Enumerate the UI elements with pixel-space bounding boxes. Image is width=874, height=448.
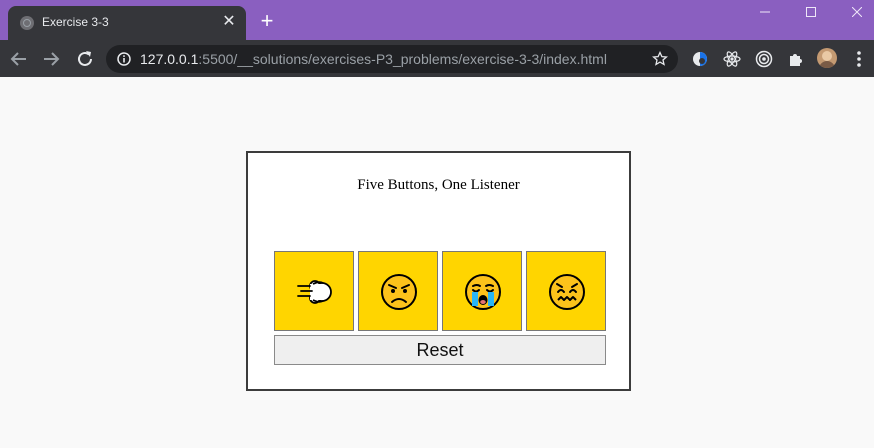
confounded-face-button[interactable] [526,251,606,331]
kebab-menu-icon[interactable] [851,50,867,68]
extension-icon[interactable] [690,49,710,69]
minimize-button[interactable] [742,0,788,26]
dashing-away-button[interactable] [274,251,354,331]
forward-button[interactable] [40,48,62,70]
browser-tab[interactable]: Exercise 3-3 ✕ [8,6,246,40]
arrow-right-icon [44,52,60,66]
exercise-panel: Five Buttons, One Listener Reset [246,151,631,391]
close-icon [851,6,863,18]
maximize-icon [806,7,816,17]
browser-toolbar: 127.0.0.1:5500/__solutions/exercises-P3_… [0,40,874,77]
tab-close-button[interactable]: ✕ [220,13,238,31]
new-tab-button[interactable]: + [257,10,277,32]
tab-title: Exercise 3-3 [42,15,109,29]
window-close-button[interactable] [834,0,874,26]
puzzle-icon[interactable] [786,49,806,69]
back-button[interactable] [8,48,30,70]
reload-icon [78,51,92,66]
angry-face-button[interactable] [358,251,438,331]
globe-icon [20,16,34,30]
star-icon[interactable] [652,51,668,67]
maximize-button[interactable] [788,0,834,26]
arrow-left-icon [10,52,26,66]
loudly-crying-face-button[interactable] [442,251,522,331]
page-title: Five Buttons, One Listener [357,177,520,193]
minimize-icon [760,11,770,13]
angry-face-icon [381,274,417,310]
loudly-crying-face-icon [465,274,501,310]
react-devtools-icon[interactable] [722,49,742,69]
reload-button[interactable] [74,48,96,70]
dashing-away-icon [297,280,332,304]
info-icon[interactable] [117,52,131,66]
target-extension-icon[interactable] [754,49,774,69]
url-host: 127.0.0.1 [140,51,199,67]
url-text[interactable]: 127.0.0.1:5500/__solutions/exercises-P3_… [140,51,607,67]
address-bar[interactable]: 127.0.0.1:5500/__solutions/exercises-P3_… [106,45,678,73]
avatar[interactable] [817,48,837,68]
url-path: :5500/__solutions/exercises-P3_problems/… [198,51,607,67]
confounded-face-icon [549,274,585,310]
reset-button[interactable]: Reset [274,335,606,365]
browser-title-bar: Exercise 3-3 ✕ + [0,0,874,40]
